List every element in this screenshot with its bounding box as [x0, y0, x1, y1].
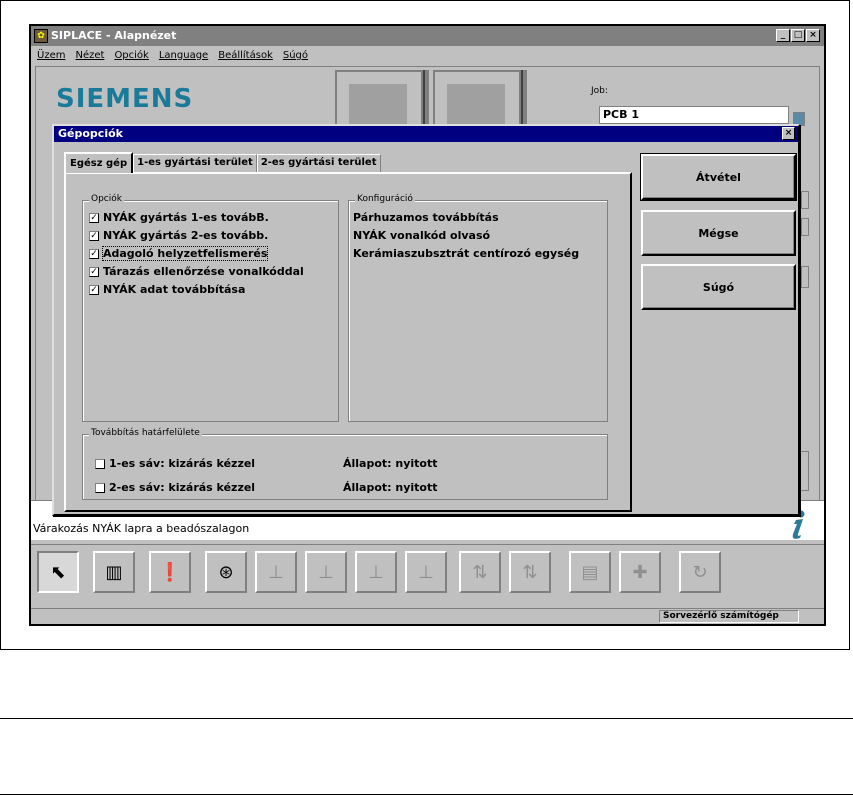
toolbar: ⬉ ▥ ❗ ⊛ ⊥ ⊥ ⊥ ⊥ ⇅ ⇅ ▤ ✚ ↻: [31, 544, 824, 606]
dialog-close-button[interactable]: ×: [782, 127, 795, 140]
cancel-button[interactable]: Mégse: [641, 210, 796, 256]
dialog-title: Gépopciók: [58, 127, 123, 140]
refresh-icon[interactable]: ↻: [679, 551, 721, 593]
config-group: Konfiguráció Párhuzamos továbbítás NYÁK …: [348, 194, 608, 422]
menu-nezet[interactable]: Nézet: [75, 50, 104, 61]
checkbox-unchecked-icon[interactable]: [95, 482, 105, 493]
checkbox-checked-icon[interactable]: ✓: [89, 212, 99, 223]
tab-area-2[interactable]: 2-es gyártási terület: [256, 154, 381, 172]
tab-whole-machine[interactable]: Egész gép: [64, 152, 134, 173]
job-label: Job:: [591, 86, 608, 96]
checkbox-checked-icon[interactable]: ✓: [89, 248, 99, 259]
conveyor-1-icon[interactable]: ⇅: [509, 551, 551, 593]
interface-group: Továbbítás határfelülete 1-es sáv: kizár…: [82, 428, 608, 500]
app-icon[interactable]: ✿: [34, 29, 48, 43]
head-1-icon[interactable]: ⊥: [255, 551, 297, 593]
side-control[interactable]: [801, 266, 809, 288]
head-2-icon[interactable]: ⊥: [305, 551, 347, 593]
divider-line: [0, 718, 853, 719]
head-3-icon[interactable]: ⊥: [355, 551, 397, 593]
interface-legend: Továbbítás határfelülete: [89, 428, 202, 438]
accept-button[interactable]: Átvétel: [640, 153, 797, 201]
close-button[interactable]: ×: [806, 29, 820, 42]
side-control[interactable]: [801, 191, 809, 209]
lane-2-label: 2-es sáv: kizárás kézzel: [109, 481, 256, 494]
head-4-icon[interactable]: ⊥: [405, 551, 447, 593]
lane-1-row[interactable]: 1-es sáv: kizárás kézzel: [95, 457, 255, 470]
reel-icon[interactable]: ⊛: [205, 551, 247, 593]
menu-opciok[interactable]: Opciók: [114, 50, 148, 61]
option-label: NYÁK gyártás 2-es tovább.: [103, 229, 269, 242]
side-control[interactable]: [801, 218, 809, 236]
menu-language[interactable]: Language: [159, 50, 208, 61]
siemens-logo: SIEMENS: [56, 84, 194, 114]
checkbox-unchecked-icon[interactable]: [95, 458, 105, 469]
option-row[interactable]: ✓ NYÁK adat továbbítása: [89, 283, 245, 296]
menu-uzem[interactable]: Üzem: [37, 50, 65, 61]
option-row[interactable]: ✓ NYÁK gyártás 2-es tovább.: [89, 229, 268, 242]
tab-strip: Egész gép 1-es gyártási terület 2-es gyá…: [64, 152, 381, 173]
status-bar: Sorvezérlő számítógép: [31, 608, 824, 624]
config-item: Kerámiaszubsztrát centírozó egység: [353, 247, 580, 260]
options-group: Opciók ✓ NYÁK gyártás 1-es továbB. ✓ NYÁ…: [82, 194, 339, 422]
option-row[interactable]: ✓ NYÁK gyártás 1-es továbB.: [89, 211, 269, 224]
options-legend: Opciók: [89, 194, 124, 204]
host-status: Sorvezérlő számítógép: [659, 610, 799, 623]
conveyor-2-icon[interactable]: ⇅: [459, 551, 501, 593]
option-label: NYÁK gyártás 1-es továbB.: [103, 211, 269, 224]
job-field[interactable]: PCB 1: [599, 106, 789, 124]
status-message: Várakozás NYÁK lapra a beadószalagon: [33, 522, 250, 535]
option-label: NYÁK adat továbbítása: [103, 283, 246, 296]
lane-2-status: Állapot: nyitott: [343, 481, 438, 494]
menu-sugo[interactable]: Súgó: [283, 50, 308, 61]
component-icon[interactable]: ✚: [619, 551, 661, 593]
dialog-titlebar[interactable]: Gépopciók ×: [54, 126, 798, 142]
config-item: Párhuzamos továbbítás: [353, 211, 499, 224]
machine-options-dialog: Gépopciók × Egész gép 1-es gyártási terü…: [52, 124, 800, 516]
feeder-table-icon[interactable]: ▥: [93, 551, 135, 593]
option-row[interactable]: ✓ Tárazás ellenőrzése vonalkóddal: [89, 265, 304, 278]
window-title: SIPLACE - Alapnézet: [51, 29, 177, 42]
option-row[interactable]: ✓ Adagoló helyzetfelismerés: [89, 246, 269, 261]
lane-2-row[interactable]: 2-es sáv: kizárás kézzel: [95, 481, 255, 494]
option-label: Adagoló helyzetfelismerés: [101, 246, 269, 261]
config-item: NYÁK vonalkód olvasó: [353, 229, 491, 242]
menu-bar: Üzem Nézet Opciók Language Beállítások S…: [31, 46, 824, 64]
menu-beallitasok[interactable]: Beállítások: [218, 50, 273, 61]
calculator-icon[interactable]: ▤: [569, 551, 611, 593]
lane-1-status: Állapot: nyitott: [343, 457, 438, 470]
window-titlebar[interactable]: ✿ SIPLACE - Alapnézet _ □ ×: [31, 26, 824, 46]
tab-area-1[interactable]: 1-es gyártási terület: [133, 154, 257, 172]
alert-icon[interactable]: ❗: [149, 551, 191, 593]
checkbox-checked-icon[interactable]: ✓: [89, 266, 99, 277]
divider-line: [0, 794, 853, 795]
help-button[interactable]: Súgó: [641, 264, 796, 310]
lane-1-label: 1-es sáv: kizárás kézzel: [109, 457, 256, 470]
checkbox-checked-icon[interactable]: ✓: [89, 284, 99, 295]
checkbox-checked-icon[interactable]: ✓: [89, 230, 99, 241]
tab-page: Opciók ✓ NYÁK gyártás 1-es továbB. ✓ NYÁ…: [64, 172, 632, 512]
maximize-button[interactable]: □: [791, 29, 805, 42]
minimize-button[interactable]: _: [776, 29, 790, 42]
option-label: Tárazás ellenőrzése vonalkóddal: [103, 265, 304, 278]
config-legend: Konfiguráció: [355, 194, 415, 204]
side-control[interactable]: [799, 451, 809, 491]
select-pointer-icon[interactable]: ⬉: [37, 551, 79, 593]
